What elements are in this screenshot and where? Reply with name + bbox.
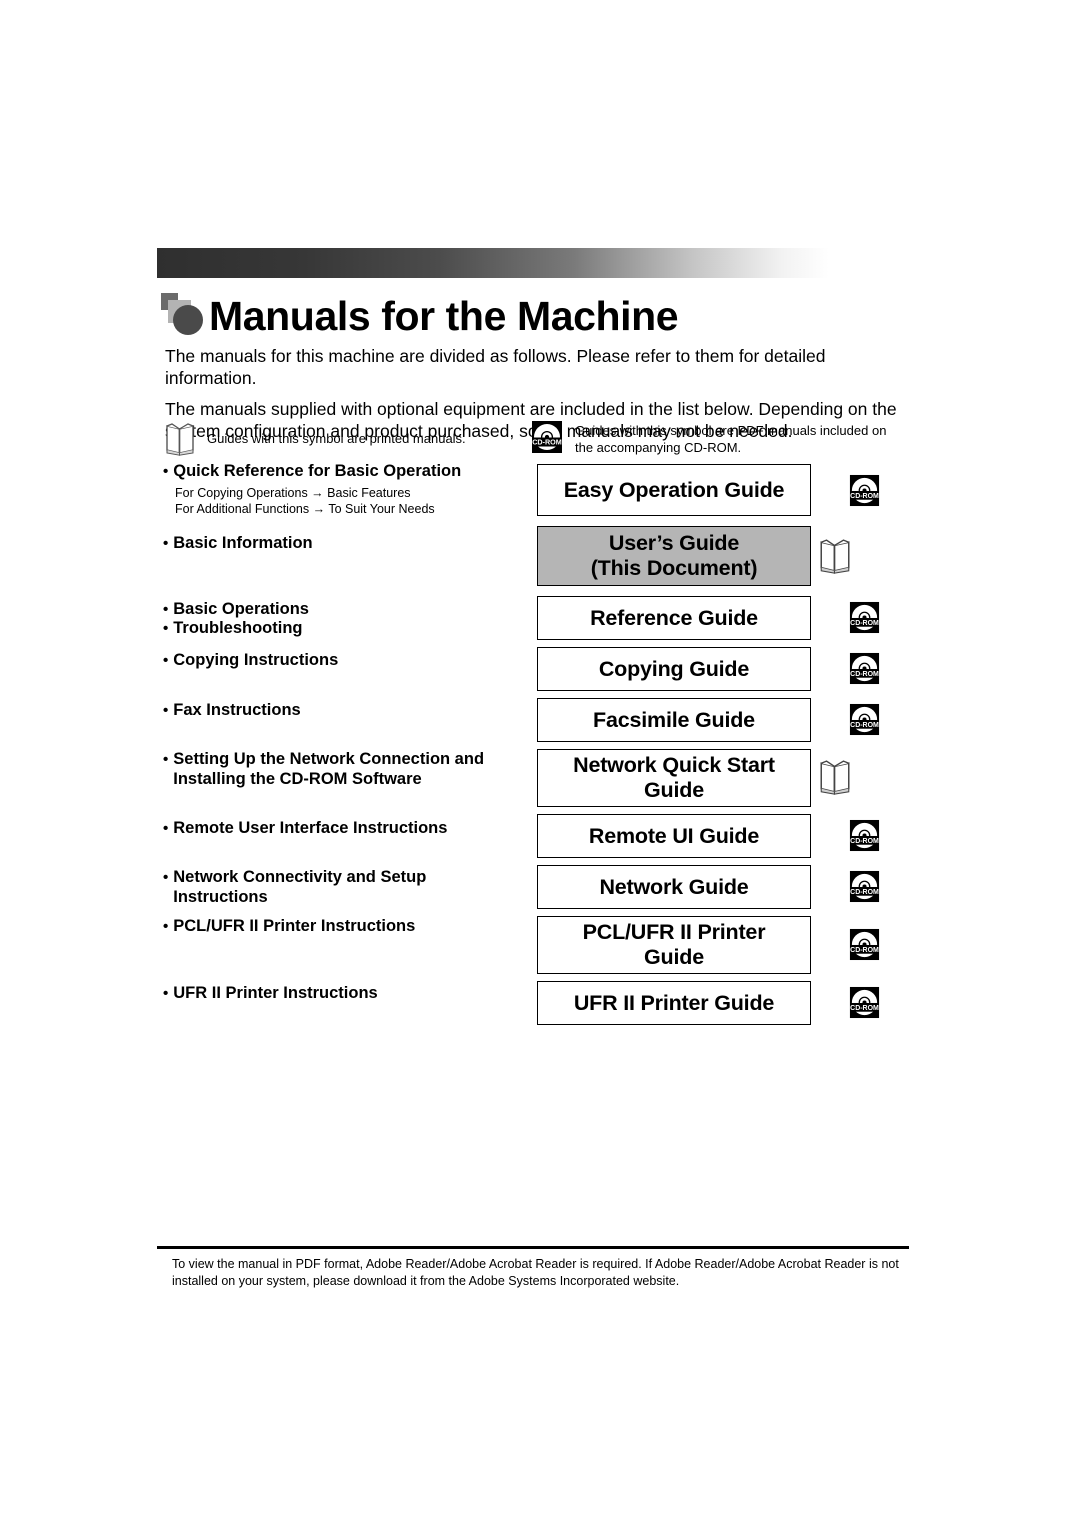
description-label: Quick Reference for Basic Operation [173, 462, 462, 480]
svg-text:CD-ROM: CD-ROM [850, 889, 879, 896]
bullet-dot-icon: • [163, 820, 169, 837]
intro-paragraph-1: The manuals for this machine are divided… [165, 346, 826, 388]
cd-rom-icon: CD-ROM [848, 819, 881, 857]
svg-text:CD-ROM: CD-ROM [850, 722, 879, 729]
bullet-dot-icon: • [163, 620, 169, 637]
cd-rom-icon: CD-ROM [848, 703, 881, 741]
cd-rom-icon: CD-ROM [848, 986, 881, 1024]
description-item-network-connectivity: • Network Connectivity and Setup Instruc… [163, 868, 463, 907]
description-label: Remote User Interface Instructions [173, 819, 448, 837]
manuals-badge-icon [157, 290, 209, 338]
guide-box-facsimile-guide[interactable]: Facsimile Guide [537, 698, 811, 742]
guide-title: UFR II Printer Guide [573, 990, 775, 1015]
description-label: PCL/UFR II Printer Instructions [173, 917, 416, 935]
footer-note: To view the manual in PDF format, Adobe … [172, 1257, 899, 1288]
guide-title: Remote UI Guide [588, 823, 760, 848]
manuals-mapping: • Quick Reference for Basic Operation Fo… [0, 462, 1080, 1042]
bullet-dot-icon: • [163, 601, 169, 618]
header-gradient-bar [157, 248, 829, 278]
page-title-row: Manuals for the Machine [157, 286, 679, 339]
legend-printed-text: Guides with this symbol are printed manu… [207, 431, 466, 446]
description-subline: For Additional Functions → To Suit Your … [175, 501, 435, 516]
cd-rom-icon: CD-ROM [848, 474, 881, 512]
cd-rom-icon: CD-ROM [848, 601, 881, 639]
description-item-network-setup: • Setting Up the Network Connection and … [163, 750, 503, 789]
guide-box-network-quick-start-guide[interactable]: Network Quick Start Guide [537, 749, 811, 807]
description-label: UFR II Printer Instructions [173, 984, 378, 1002]
description-sublines: For Copying Operations → Basic Features … [175, 485, 523, 517]
description-label: Basic Operations [173, 600, 309, 618]
svg-text:CD-ROM: CD-ROM [850, 671, 879, 678]
bullet-dot-icon: • [163, 652, 169, 669]
guide-box-network-guide[interactable]: Network Guide [537, 865, 811, 909]
legend-pdf-manuals: CD-ROM Guides with this symbol are PDF m… [531, 420, 905, 459]
svg-text:CD-ROM: CD-ROM [532, 438, 562, 447]
svg-text:CD-ROM: CD-ROM [850, 947, 879, 954]
description-item-copying-instructions: • Copying Instructions [163, 651, 523, 671]
legend-printed-manuals: Guides with this symbol are printed manu… [165, 422, 466, 461]
guide-title: Reference Guide [590, 605, 758, 630]
open-book-icon [818, 538, 852, 579]
guide-box-pcl-ufr2-printer-guide[interactable]: PCL/UFR II Printer Guide [537, 916, 811, 974]
cd-rom-icon: CD-ROM [848, 870, 881, 908]
open-book-icon [165, 422, 195, 461]
svg-text:CD-ROM: CD-ROM [850, 1005, 879, 1012]
svg-text:CD-ROM: CD-ROM [850, 620, 879, 627]
open-book-icon [818, 759, 852, 800]
bullet-dot-icon: • [163, 463, 169, 480]
guide-box-ufr2-printer-guide[interactable]: UFR II Printer Guide [537, 981, 811, 1025]
guide-box-easy-operation-guide[interactable]: Easy Operation Guide [537, 464, 811, 516]
legend-pdf-text: Guides with this symbol are PDF manuals … [575, 423, 887, 455]
symbol-legend: Guides with this symbol are printed manu… [165, 420, 915, 464]
guide-title: User’s Guide (This Document) [590, 531, 758, 580]
description-item-troubleshooting: • Troubleshooting [163, 619, 523, 639]
svg-text:CD-ROM: CD-ROM [850, 493, 879, 500]
guide-box-copying-guide[interactable]: Copying Guide [537, 647, 811, 691]
description-item-quick-reference: • Quick Reference for Basic Operation Fo… [163, 462, 523, 517]
bullet-dot-icon: • [163, 751, 169, 768]
bullet-dot-icon: • [163, 869, 169, 886]
description-label: Setting Up the Network Connection and In… [173, 750, 485, 788]
cd-rom-icon: CD-ROM [848, 652, 881, 690]
bullet-dot-icon: • [163, 535, 169, 552]
description-item-ufr2-printer: • UFR II Printer Instructions [163, 984, 523, 1004]
document-page: Manuals for the Machine The manuals for … [0, 0, 1080, 1528]
description-item-fax-instructions: • Fax Instructions [163, 701, 523, 721]
guide-box-remote-ui-guide[interactable]: Remote UI Guide [537, 814, 811, 858]
description-item-remote-ui: • Remote User Interface Instructions [163, 819, 523, 839]
guide-title: PCL/UFR II Printer Guide [582, 920, 766, 969]
guide-title: Copying Guide [598, 656, 750, 681]
guide-title: Network Quick Start Guide [573, 753, 775, 802]
bullet-dot-icon: • [163, 702, 169, 719]
description-label: Network Connectivity and Setup Instructi… [173, 868, 427, 906]
description-item-basic-operations: • Basic Operations [163, 600, 523, 620]
description-label: Copying Instructions [173, 651, 339, 669]
guide-title: Easy Operation Guide [563, 477, 785, 502]
guide-title: Network Guide [599, 874, 749, 899]
bullet-dot-icon: • [163, 985, 169, 1002]
description-item-pcl-ufr2-printer: • PCL/UFR II Printer Instructions [163, 917, 523, 937]
guide-box-reference-guide[interactable]: Reference Guide [537, 596, 811, 640]
description-item-basic-information: • Basic Information [163, 534, 523, 554]
guide-title: Facsimile Guide [593, 707, 755, 732]
svg-text:CD-ROM: CD-ROM [850, 838, 879, 845]
description-subline: For Copying Operations → Basic Features [175, 485, 411, 500]
description-label: Troubleshooting [173, 619, 303, 637]
cd-rom-icon: CD-ROM [531, 420, 563, 459]
bullet-dot-icon: • [163, 918, 169, 935]
footer-divider [157, 1246, 909, 1249]
cd-rom-icon: CD-ROM [848, 928, 881, 966]
description-label: Fax Instructions [173, 701, 301, 719]
description-label: Basic Information [173, 534, 313, 552]
page-title: Manuals for the Machine [209, 293, 679, 339]
guide-box-users-guide-this-document[interactable]: User’s Guide (This Document) [537, 526, 811, 586]
